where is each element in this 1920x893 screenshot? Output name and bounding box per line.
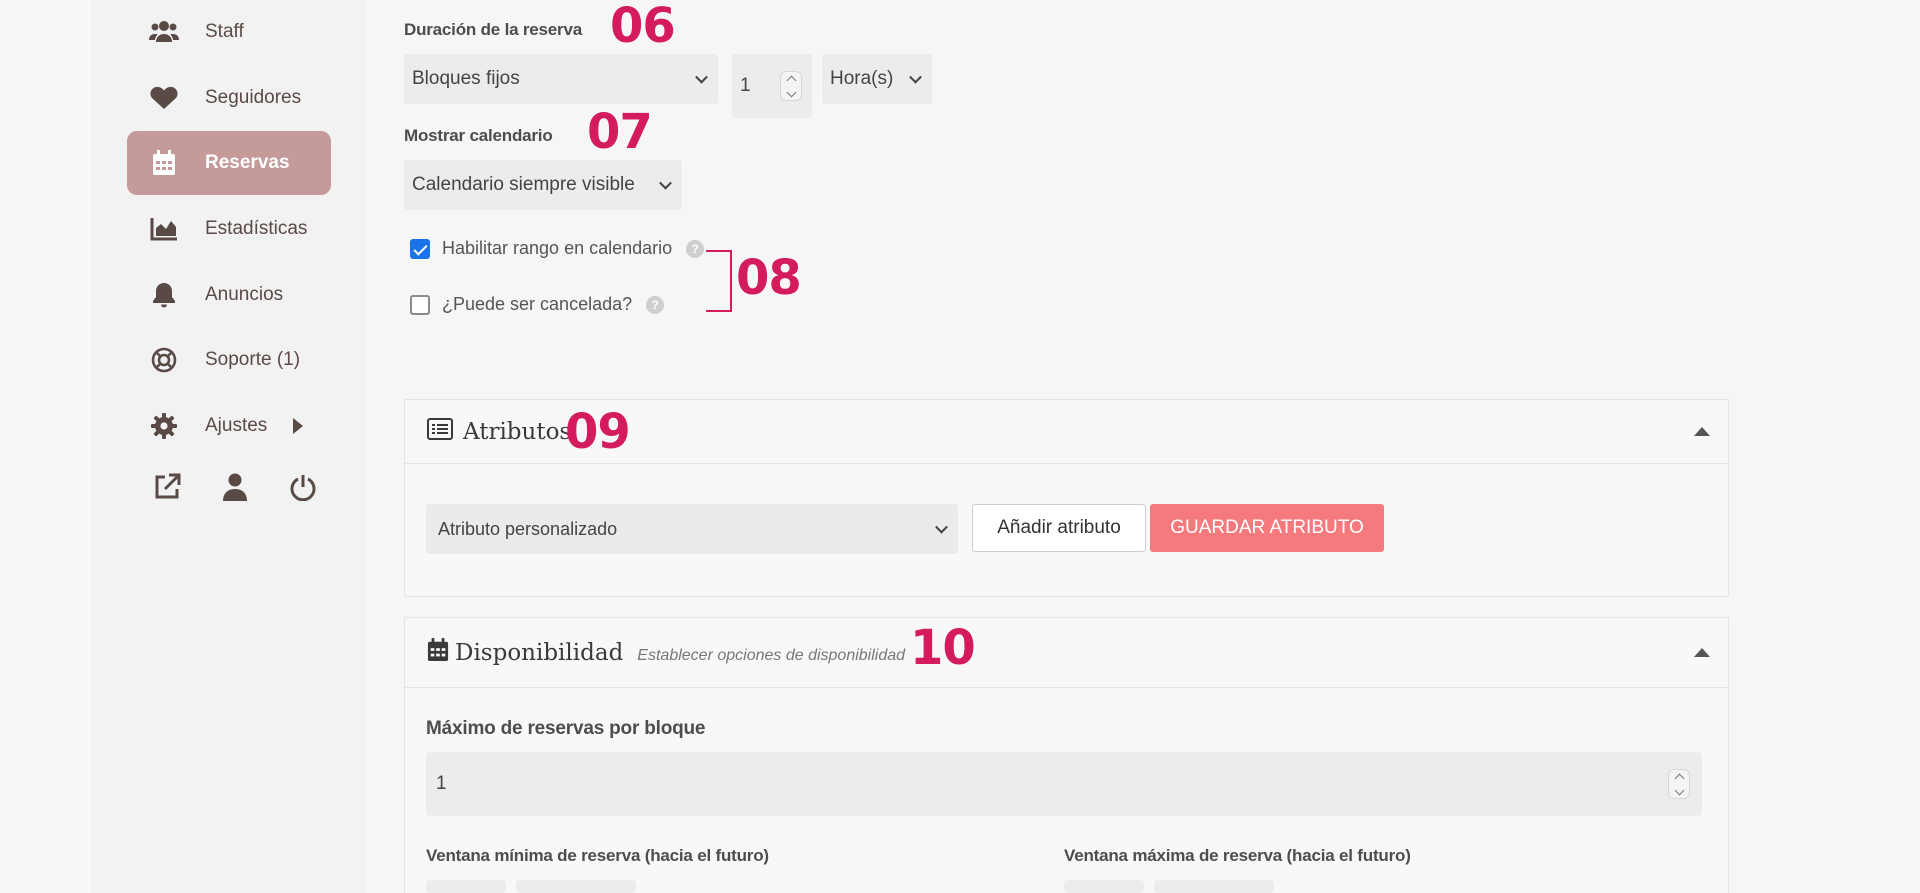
sidebar-item-label: Reservas (205, 152, 290, 173)
step-tag-09: 09 (565, 404, 631, 460)
list-icon (427, 418, 453, 445)
calendar-display-select[interactable]: Calendario siempre visible (404, 160, 682, 210)
duration-amount-stepper[interactable]: 1 (732, 54, 812, 118)
sidebar-item-estadisticas[interactable]: Estadísticas (127, 197, 331, 261)
sidebar-item-ajustes[interactable]: Ajustes (127, 394, 331, 458)
range-checkbox-label[interactable]: Habilitar rango en calendario (442, 238, 672, 259)
sidebar-item-reservas[interactable]: Reservas (127, 131, 331, 195)
max-bookings-input[interactable]: 1 (426, 752, 1702, 816)
sidebar-item-label: Seguidores (205, 87, 302, 108)
group-bracket (706, 250, 732, 312)
duration-mode-select[interactable]: Bloques fijos (404, 54, 718, 104)
max-window-label: Ventana máxima de reserva (hacia el futu… (1064, 846, 1411, 865)
collapse-caret-icon[interactable] (1694, 427, 1710, 436)
sidebar-item-label: Ajustes (205, 415, 268, 436)
step-tag-06: 06 (610, 0, 676, 54)
step-tag-08: 08 (736, 250, 802, 306)
chevron-down-icon (909, 70, 922, 84)
sidebar-item-label: Estadísticas (205, 218, 308, 239)
min-window-label: Ventana mínima de reserva (hacia el futu… (426, 846, 769, 865)
stepper-arrows-icon[interactable] (780, 71, 802, 101)
step-tag-10: 10 (910, 620, 976, 676)
availability-panel-title: Disponibilidad (455, 639, 624, 666)
sidebar: Staff Seguidores Reservas Estadísticas A… (91, 0, 367, 893)
chevron-down-icon (695, 70, 708, 84)
max-window-amount-input[interactable] (1064, 880, 1144, 893)
calendar-display-value: Calendario siempre visible (412, 174, 635, 195)
duration-label: Duración de la reserva (404, 20, 582, 39)
save-attribute-button[interactable]: GUARDAR ATRIBUTO (1150, 504, 1384, 552)
add-attribute-button[interactable]: Añadir atributo (972, 504, 1146, 552)
help-icon[interactable]: ? (646, 295, 665, 314)
calendar-label: Mostrar calendario (404, 126, 553, 145)
duration-mode-value: Bloques fijos (412, 68, 520, 89)
sidebar-item-label: Soporte (1) (205, 349, 301, 370)
heart-icon (147, 81, 181, 115)
external-link-icon[interactable] (151, 470, 183, 504)
availability-panel-subtitle: Establecer opciones de disponibilidad (637, 646, 906, 664)
attribute-type-select[interactable]: Atributo personalizado (426, 504, 958, 554)
stepper-arrows-icon[interactable] (1668, 769, 1690, 799)
cancel-option: ¿Puede ser cancelada? ? (410, 294, 665, 315)
area-chart-icon (147, 212, 181, 246)
calendar-icon (427, 638, 449, 667)
bell-icon (147, 278, 181, 312)
users-icon (147, 15, 181, 49)
sidebar-item-seguidores[interactable]: Seguidores (127, 66, 331, 130)
help-icon[interactable]: ? (686, 239, 705, 258)
attribute-type-value: Atributo personalizado (438, 518, 618, 539)
collapse-caret-icon[interactable] (1694, 648, 1710, 657)
page-margin-right (1807, 0, 1920, 893)
sidebar-item-label: Staff (205, 21, 244, 42)
calendar-icon (147, 146, 181, 180)
lifebuoy-icon (147, 343, 181, 377)
cancel-checkbox[interactable] (410, 294, 430, 315)
availability-panel-header[interactable]: Disponibilidad Establecer opciones de di… (405, 618, 1728, 688)
sidebar-item-soporte[interactable]: Soporte (1) (127, 328, 331, 392)
duration-unit-value: Hora(s) (830, 68, 894, 89)
power-icon[interactable] (287, 470, 319, 504)
caret-right-icon (293, 418, 304, 434)
range-checkbox[interactable] (410, 238, 430, 259)
sidebar-bottom-actions (151, 470, 319, 504)
gear-icon (147, 409, 181, 443)
sidebar-item-anuncios[interactable]: Anuncios (127, 263, 331, 327)
min-window-unit-select[interactable] (516, 880, 636, 893)
sidebar-item-staff[interactable]: Staff (127, 0, 331, 64)
sidebar-item-label: Anuncios (205, 284, 284, 305)
page-margin-left (0, 0, 91, 893)
chevron-down-icon (935, 520, 948, 534)
duration-unit-select[interactable]: Hora(s) (822, 54, 932, 104)
user-icon[interactable] (219, 470, 251, 504)
max-bookings-label: Máximo de reservas por bloque (426, 718, 706, 739)
duration-amount-value: 1 (740, 75, 751, 96)
chevron-down-icon (659, 176, 672, 190)
min-window-amount-input[interactable] (426, 880, 506, 893)
range-option: Habilitar rango en calendario ? (410, 238, 705, 259)
cancel-checkbox-label[interactable]: ¿Puede ser cancelada? (442, 294, 632, 315)
max-bookings-value: 1 (436, 773, 447, 794)
step-tag-07: 07 (587, 104, 653, 160)
max-window-unit-select[interactable] (1154, 880, 1274, 893)
attributes-panel-title: Atributos (463, 418, 572, 445)
